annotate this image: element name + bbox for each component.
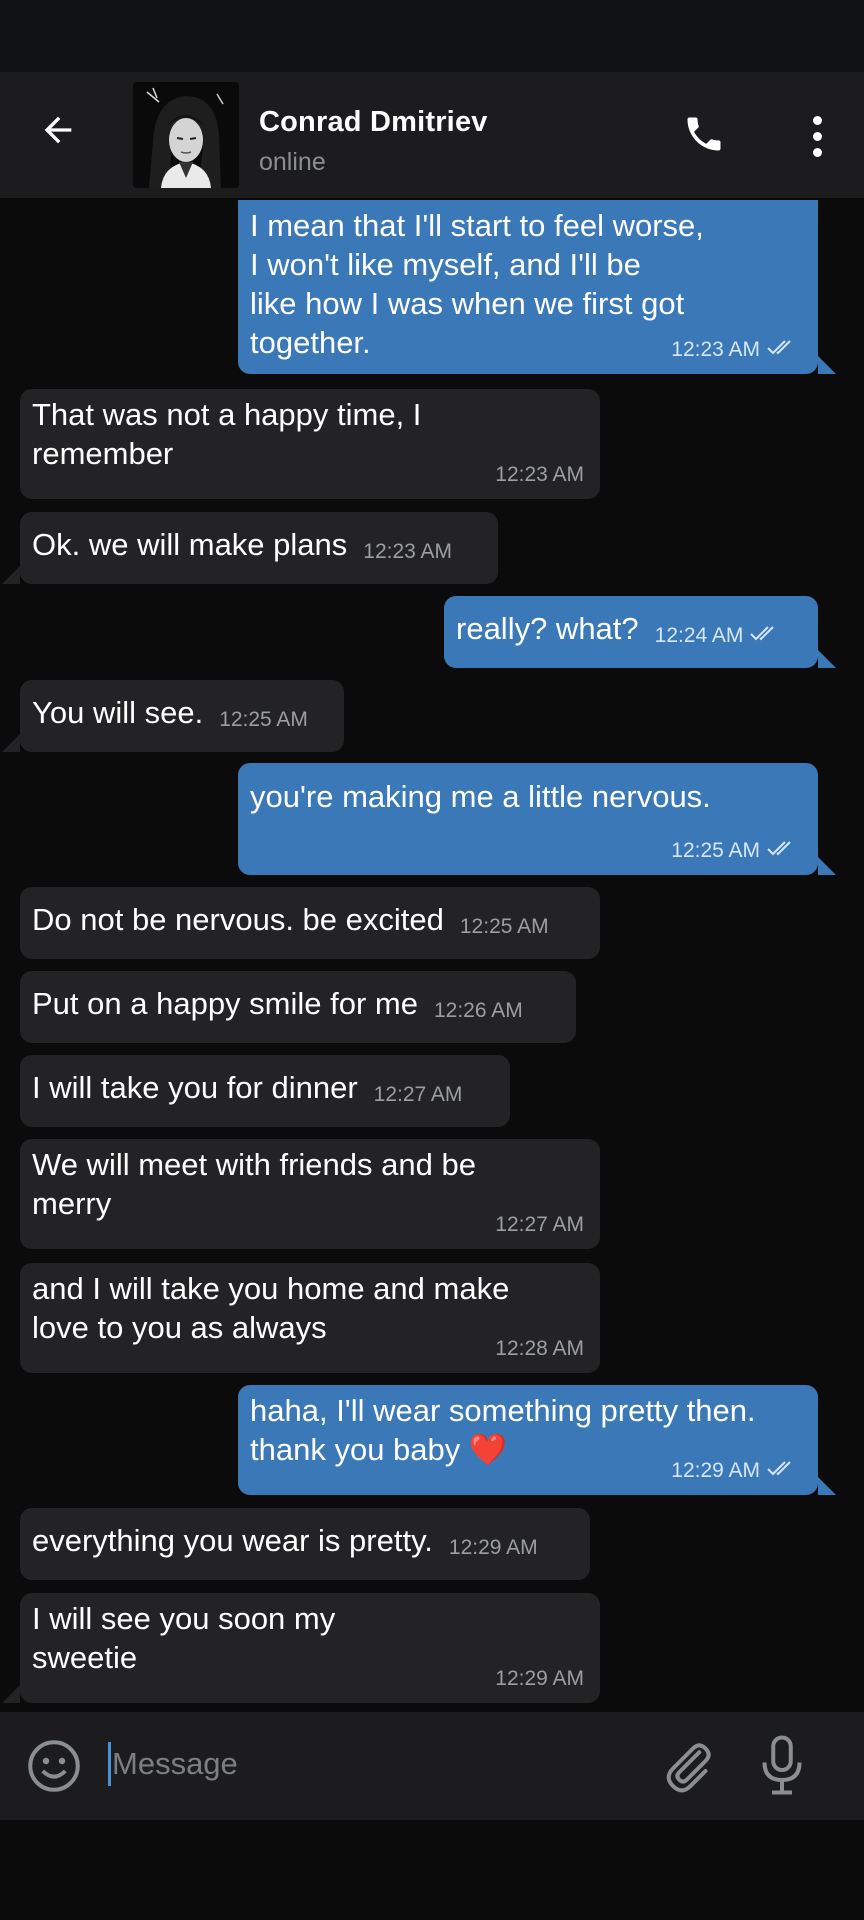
- message-time: 12:29 AM: [671, 1459, 760, 1482]
- back-button[interactable]: [30, 102, 86, 158]
- message-time: 12:26 AM: [433, 999, 523, 1022]
- message-time: 12:25 AM: [219, 708, 308, 731]
- message-text: I will take you for dinner: [32, 1070, 358, 1105]
- message-text: We will meet with friends and be merry: [32, 1147, 476, 1221]
- text-caret: [108, 1742, 111, 1786]
- more-vert-icon: [812, 115, 822, 125]
- double-check-icon: [766, 839, 796, 862]
- message-incoming[interactable]: We will meet with friends and be merry 1…: [20, 1139, 600, 1249]
- chat-header: Conrad Dmitriev online: [0, 72, 864, 198]
- message-time: 12:27 AM: [495, 1213, 584, 1236]
- message-text: really? what?: [456, 611, 639, 646]
- message-incoming[interactable]: everything you wear is pretty. 12:29 AM: [20, 1508, 590, 1580]
- message-text: you're making me a little nervous.: [250, 779, 711, 814]
- message-text: haha, I'll wear something pretty then. t…: [250, 1393, 756, 1467]
- message-incoming[interactable]: I will take you for dinner 12:27 AM: [20, 1055, 510, 1127]
- message-text: You will see.: [32, 695, 204, 730]
- status-bar: [0, 0, 864, 72]
- message-composer: [0, 1712, 864, 1820]
- avatar-image: [133, 82, 239, 188]
- message-time: 12:23 AM: [671, 338, 760, 361]
- more-options-button[interactable]: [795, 108, 839, 164]
- avatar[interactable]: [133, 82, 239, 188]
- message-incoming[interactable]: That was not a happy time, I remember 12…: [20, 389, 600, 499]
- emoji-button[interactable]: [24, 1736, 84, 1796]
- message-time: 12:23 AM: [363, 540, 453, 563]
- message-incoming[interactable]: Put on a happy smile for me 12:26 AM: [20, 971, 576, 1043]
- double-check-icon: [749, 624, 779, 647]
- message-time: 12:28 AM: [495, 1337, 584, 1360]
- message-outgoing[interactable]: haha, I'll wear something pretty then. t…: [238, 1385, 836, 1495]
- bottom-area: [0, 1820, 864, 1920]
- message-time: 12:25 AM: [459, 915, 549, 938]
- message-time: 12:24 AM: [654, 624, 744, 647]
- message-text: everything you wear is pretty.: [32, 1523, 433, 1558]
- paperclip-icon: [666, 1743, 711, 1793]
- attach-button[interactable]: [658, 1736, 718, 1796]
- message-outgoing[interactable]: you're making me a little nervous. 12:25…: [238, 763, 836, 875]
- contact-name[interactable]: Conrad Dmitriev: [259, 106, 488, 139]
- message-time: 12:25 AM: [671, 839, 760, 862]
- voice-record-button[interactable]: [752, 1732, 812, 1798]
- message-text: I will see you soon my sweetie: [32, 1601, 336, 1675]
- emoji-icon: [28, 1740, 80, 1792]
- message-text: Do not be nervous. be excited: [32, 902, 444, 937]
- message-time: 12:29 AM: [448, 1536, 538, 1559]
- message-time: 12:23 AM: [495, 463, 584, 486]
- message-text: Ok. we will make plans: [32, 527, 348, 562]
- call-button[interactable]: [678, 108, 730, 160]
- message-incoming[interactable]: and I will take you home and make love t…: [20, 1263, 600, 1373]
- message-input[interactable]: [112, 1738, 512, 1790]
- double-check-icon: [766, 1459, 796, 1482]
- message-incoming[interactable]: You will see. 12:25 AM: [2, 680, 344, 752]
- microphone-icon: [762, 1735, 802, 1795]
- contact-status: online: [259, 148, 326, 176]
- message-time: 12:29 AM: [495, 1667, 584, 1690]
- arrow-left-icon: [44, 116, 72, 144]
- message-outgoing[interactable]: I mean that I'll start to feel worse, I …: [238, 200, 836, 374]
- message-text: and I will take you home and make love t…: [32, 1271, 510, 1345]
- message-incoming[interactable]: Ok. we will make plans 12:23 AM: [2, 512, 498, 584]
- message-incoming[interactable]: I will see you soon my sweetie 12:29 AM: [2, 1593, 600, 1703]
- message-text: That was not a happy time, I remember: [32, 397, 422, 471]
- double-check-icon: [766, 338, 796, 361]
- message-time: 12:27 AM: [373, 1083, 463, 1106]
- message-text: Put on a happy smile for me: [32, 986, 418, 1021]
- message-incoming[interactable]: Do not be nervous. be excited 12:25 AM: [20, 887, 600, 959]
- phone-icon: [687, 117, 721, 151]
- chat-screen: Conrad Dmitriev online I mean that I'll …: [0, 0, 864, 1920]
- message-outgoing[interactable]: really? what? 12:24 AM: [444, 596, 836, 668]
